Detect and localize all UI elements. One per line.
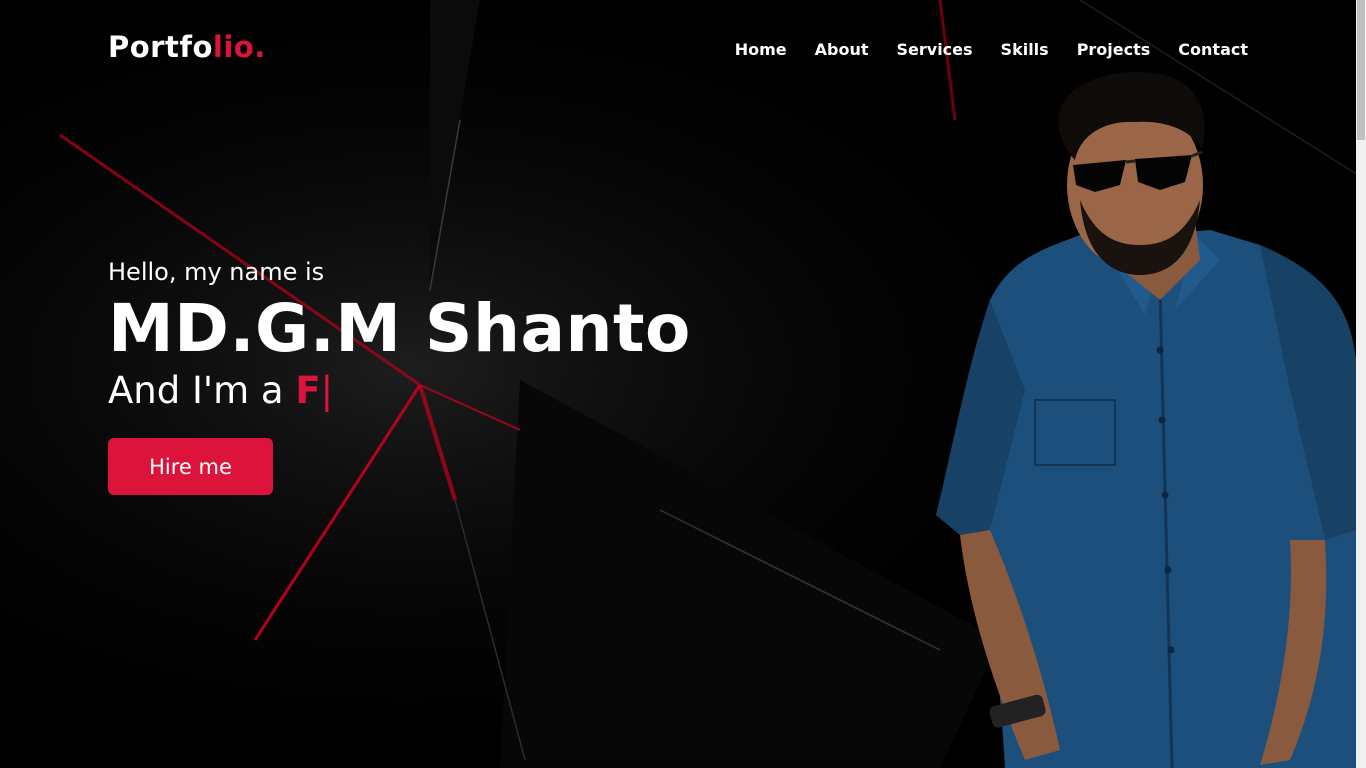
nav-home[interactable]: Home bbox=[735, 40, 787, 59]
nav-about[interactable]: About bbox=[815, 40, 869, 59]
nav-contact[interactable]: Contact bbox=[1178, 40, 1248, 59]
hero-section: Hello, my name is MD.G.M Shanto And I'm … bbox=[108, 258, 691, 495]
logo-accent: lio. bbox=[212, 30, 266, 64]
logo[interactable]: Portfolio. bbox=[108, 30, 266, 64]
role-typed-text: F bbox=[295, 369, 321, 412]
hire-me-button[interactable]: Hire me bbox=[108, 438, 273, 495]
greeting-text: Hello, my name is bbox=[108, 258, 325, 286]
role-line: And I'm a F| bbox=[108, 369, 691, 412]
typing-cursor: | bbox=[320, 369, 334, 412]
nav-projects[interactable]: Projects bbox=[1077, 40, 1151, 59]
scrollbar-thumb[interactable] bbox=[1357, 0, 1365, 140]
hero-name: MD.G.M Shanto bbox=[108, 290, 691, 367]
role-prefix: And I'm a bbox=[108, 369, 296, 412]
page-scrollbar[interactable] bbox=[1356, 0, 1366, 768]
person-photo bbox=[936, 72, 1356, 768]
nav-services[interactable]: Services bbox=[897, 40, 973, 59]
main-nav: Home About Services Skills Projects Cont… bbox=[735, 40, 1248, 59]
nav-skills[interactable]: Skills bbox=[1001, 40, 1049, 59]
logo-text: Portfo bbox=[108, 30, 213, 64]
